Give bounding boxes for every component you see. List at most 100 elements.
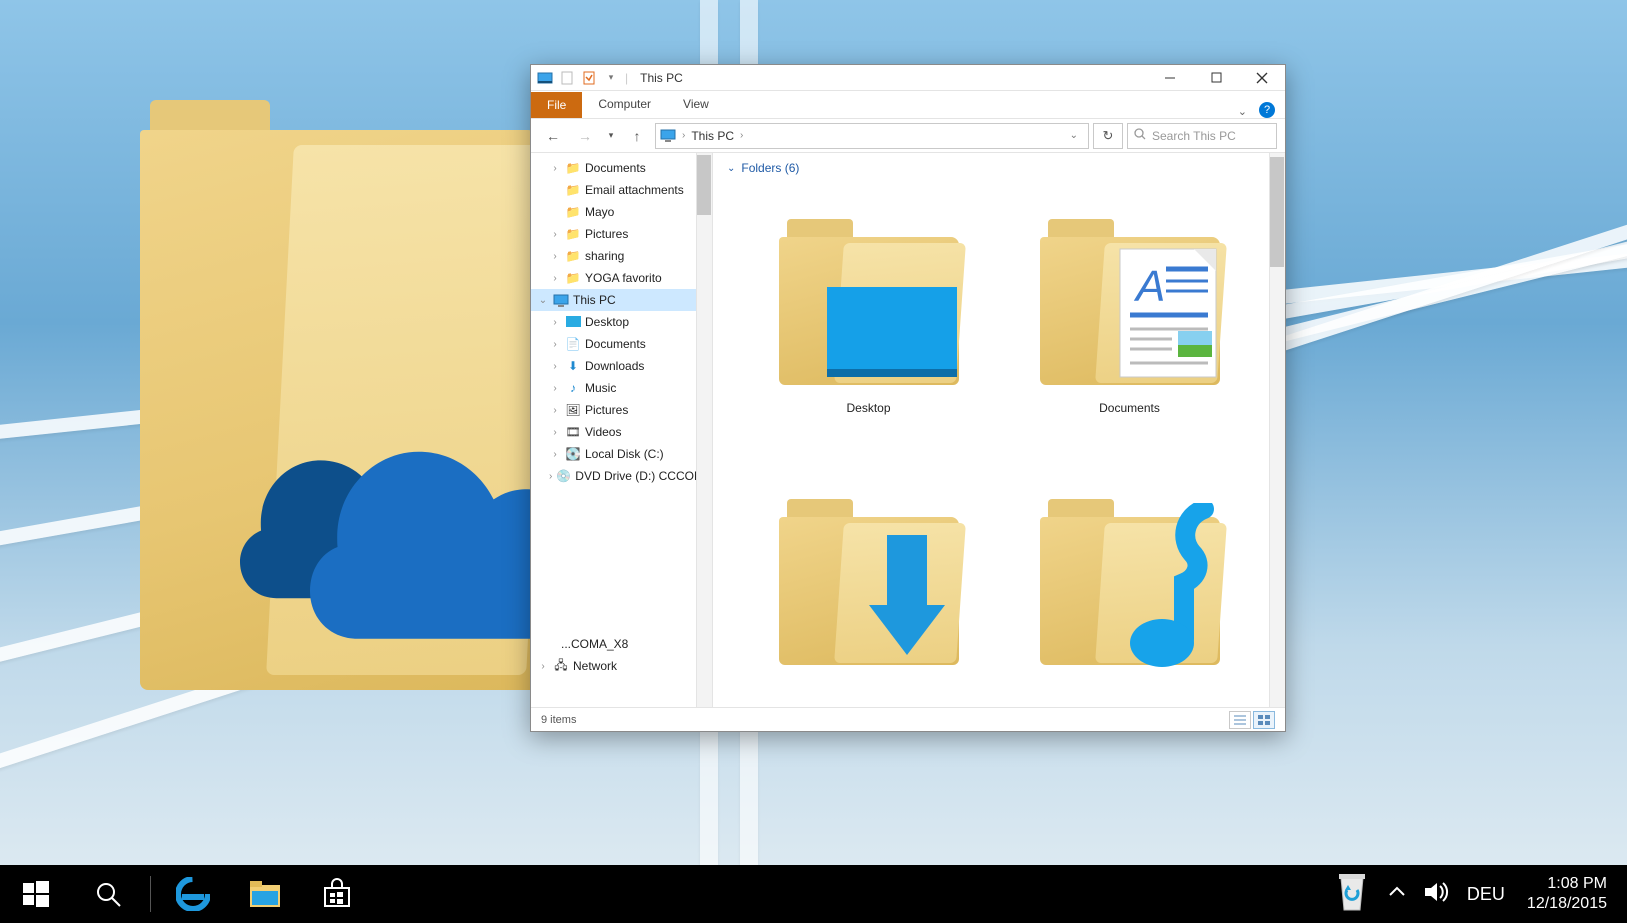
folder-icon: 📁 [565,270,581,286]
details-view-button[interactable] [1229,711,1251,729]
breadcrumb[interactable]: This PC [691,129,734,143]
ribbon-tab-computer[interactable]: Computer [582,90,667,118]
navigation-tree[interactable]: ›📁Documents 📁Email attachments 📁Mayo ›📁P… [531,153,713,707]
help-icon[interactable]: ? [1259,102,1275,118]
folder-icon: 📁 [565,248,581,264]
content-scrollbar[interactable] [1269,153,1285,707]
nav-forward-button[interactable]: → [571,123,599,149]
group-header-label: Folders (6) [741,161,799,175]
tree-item-email[interactable]: 📁Email attachments [531,179,712,201]
tree-item-sharing[interactable]: ›📁sharing [531,245,712,267]
pictures-icon: 🖼 [565,402,581,418]
ribbon-tab-view[interactable]: View [667,90,725,118]
folder-label: Documents [1099,401,1160,415]
folder-item-desktop[interactable]: Desktop [743,191,994,451]
downloads-overlay-icon [849,525,959,665]
tree-item-downloads[interactable]: ›⬇Downloads [531,355,712,377]
breadcrumb-sep-icon[interactable]: › [740,130,743,141]
search-box[interactable] [1127,123,1277,149]
tree-item-mayo[interactable]: 📁Mayo [531,201,712,223]
refresh-button[interactable]: ↻ [1093,123,1123,149]
clock-date: 12/18/2015 [1527,894,1607,914]
dvd-icon: 💿 [556,468,571,484]
titlebar[interactable]: ▾ | This PC [531,65,1285,91]
folder-icon: 📁 [565,226,581,242]
documents-overlay-icon: A [1114,245,1224,385]
recycle-bin-icon[interactable] [1333,870,1371,919]
tree-item-music[interactable]: ›♪Music [531,377,712,399]
maximize-button[interactable] [1193,65,1239,91]
search-button[interactable] [72,865,144,923]
tree-item-local-disk[interactable]: ›💽Local Disk (C:) [531,443,712,465]
documents-icon: 📄 [565,336,581,352]
folder-item-music[interactable]: Music [1004,471,1255,707]
store-icon [321,878,353,910]
search-icon [94,880,122,908]
music-overlay-icon [1100,503,1230,673]
quick-access-properties-icon[interactable] [581,70,597,86]
nav-up-button[interactable]: ↑ [623,123,651,149]
desktop-overlay-icon [827,287,957,379]
taskbar[interactable]: DEU 1:08 PM 12/18/2015 [0,865,1627,923]
edge-icon [176,877,210,911]
volume-icon[interactable] [1423,880,1451,909]
breadcrumb-sep-icon[interactable]: › [682,130,685,141]
desktop-icon [565,314,581,330]
file-explorer-icon [248,879,282,909]
address-dropdown-icon[interactable]: ⌄ [1064,130,1084,141]
quick-access-dropdown-icon[interactable]: ▾ [603,70,619,86]
network-icon: 🖧 [553,658,569,674]
nav-back-button[interactable]: ← [539,123,567,149]
close-button[interactable] [1239,65,1285,91]
clock[interactable]: 1:08 PM 12/18/2015 [1521,874,1613,914]
desktop: ▾ | This PC File Computer View [0,0,1627,923]
music-icon: ♪ [565,380,581,396]
ribbon-expand-icon[interactable]: ⌄ [1232,105,1253,118]
group-header-folders[interactable]: ⌄ Folders (6) [713,153,1285,181]
taskbar-divider [150,876,151,912]
taskbar-edge[interactable] [157,865,229,923]
folder-item-downloads[interactable]: Downloads [743,471,994,707]
tree-scrollbar[interactable] [696,153,712,707]
tree-item-tree-documents[interactable]: ›📄Documents [531,333,712,355]
tree-item-pictures[interactable]: ›📁Pictures [531,223,712,245]
nav-history-button[interactable]: ▾ [603,123,619,149]
start-button[interactable] [0,865,72,923]
tray-overflow-icon[interactable] [1387,882,1407,907]
address-bar[interactable]: › This PC › ⌄ [655,123,1089,149]
language-indicator[interactable]: DEU [1467,884,1505,905]
folder-icon: 📁 [565,182,581,198]
quick-access-doc-icon[interactable] [559,70,575,86]
ribbon: File Computer View ⌄ ? [531,91,1285,119]
navigation-bar: ← → ▾ ↑ › This PC › ⌄ ↻ [531,119,1285,153]
minimize-button[interactable] [1147,65,1193,91]
tree-item-documents[interactable]: ›📁Documents [531,157,712,179]
system-menu-icon[interactable] [537,70,553,86]
tree-item-yoga[interactable]: ›📁YOGA favorito [531,267,712,289]
ribbon-tab-file[interactable]: File [531,92,582,118]
system-tray[interactable]: DEU 1:08 PM 12/18/2015 [1319,870,1627,919]
search-input[interactable] [1152,129,1270,143]
folder-item-documents[interactable]: A [1004,191,1255,451]
folder-icon: 📁 [565,204,581,220]
videos-icon: 🎞 [565,424,581,440]
tree-item-videos[interactable]: ›🎞Videos [531,421,712,443]
icons-view-button[interactable] [1253,711,1275,729]
folder-label: Desktop [846,401,890,415]
svg-text:A: A [1133,262,1165,311]
taskbar-explorer[interactable] [229,865,301,923]
folder-icon: 📁 [565,160,581,176]
taskbar-store[interactable] [301,865,373,923]
tree-item-truncated[interactable]: ...COMA_X8 [531,633,712,655]
search-icon [1134,128,1146,143]
tree-item-tree-pictures[interactable]: ›🖼Pictures [531,399,712,421]
file-explorer-window: ▾ | This PC File Computer View [530,64,1286,732]
tree-item-network[interactable]: ›🖧Network [531,655,712,677]
this-pc-icon [553,292,569,308]
tree-item-this-pc[interactable]: ⌄This PC [531,289,712,311]
status-item-count: 9 items [541,714,576,726]
tree-item-dvd[interactable]: ›💿DVD Drive (D:) CCCOMA_X [531,465,712,487]
this-pc-icon [660,128,676,144]
tree-item-desktop[interactable]: ›Desktop [531,311,712,333]
content-pane[interactable]: ⌄ Folders (6) Desktop [713,153,1285,707]
